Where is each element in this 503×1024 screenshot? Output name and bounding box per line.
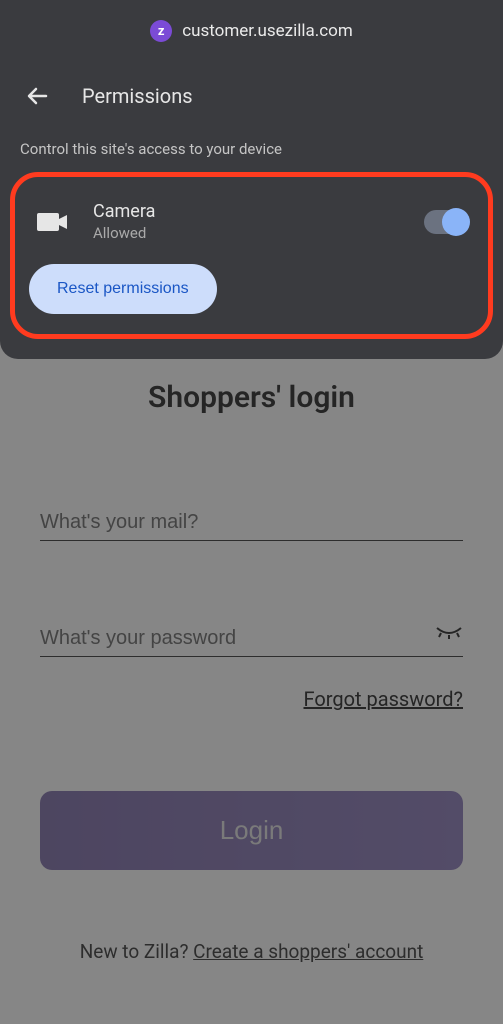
permissions-description: Control this site's access to your devic…: [0, 140, 503, 172]
highlight-annotation: Camera Allowed Reset permissions: [10, 172, 493, 339]
camera-icon: [35, 207, 71, 237]
permission-status: Allowed: [93, 224, 402, 242]
back-arrow-icon[interactable]: [24, 82, 52, 110]
panel-header: Permissions: [0, 52, 503, 140]
reset-permissions-button[interactable]: Reset permissions: [29, 264, 217, 314]
site-domain: customer.usezilla.com: [182, 21, 353, 41]
url-bar: z customer.usezilla.com: [0, 0, 503, 52]
site-favicon-icon: z: [150, 20, 172, 42]
permission-row-camera: Camera Allowed: [29, 195, 474, 264]
permission-name: Camera: [93, 201, 402, 222]
toggle-knob: [442, 208, 470, 236]
camera-toggle[interactable]: [424, 210, 468, 234]
permission-text: Camera Allowed: [93, 201, 402, 242]
permissions-panel: z customer.usezilla.com Permissions Cont…: [0, 0, 503, 359]
permissions-title: Permissions: [82, 84, 193, 108]
